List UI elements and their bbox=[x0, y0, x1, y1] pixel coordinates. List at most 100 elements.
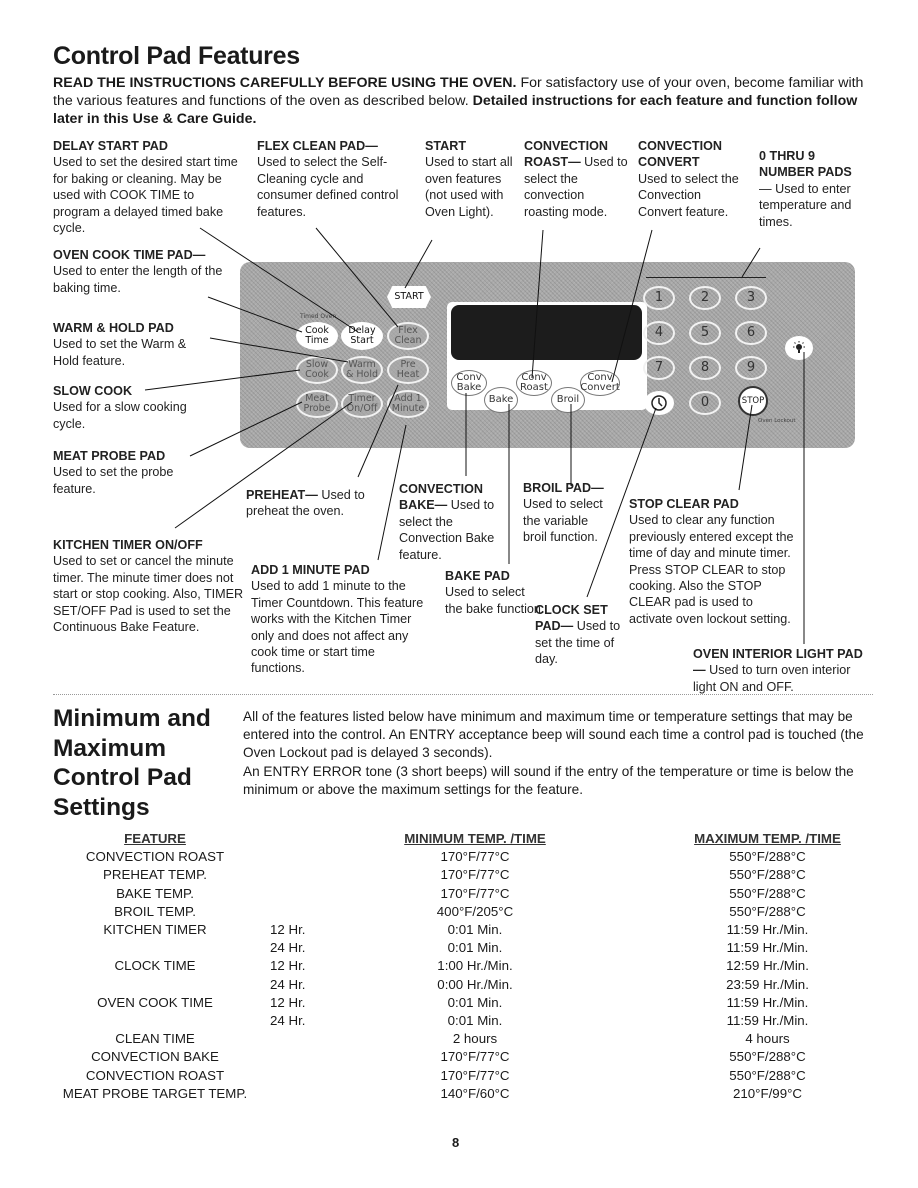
callout-text: Used to enter the length of the baking t… bbox=[53, 264, 223, 295]
callout-text: Used to clear any function previously en… bbox=[629, 513, 794, 626]
bake-pad[interactable]: Bake bbox=[484, 387, 518, 413]
number-pad-3[interactable]: 3 bbox=[735, 286, 767, 310]
cell-maximum: 11:59 Hr./Min. bbox=[726, 922, 809, 938]
add-minute-pad[interactable]: Add 1 Minute bbox=[387, 390, 429, 418]
cell-mode: 12 Hr. bbox=[270, 994, 306, 1010]
callout-stop-clear: STOP CLEAR PAD Used to clear any functio… bbox=[629, 496, 799, 627]
min-max-settings-table: FEATURE MINIMUM TEMP. /TIME MAXIMUM TEMP… bbox=[50, 830, 895, 1103]
cell-mode bbox=[260, 1048, 370, 1066]
conv-bake-pad[interactable]: Conv Bake bbox=[451, 370, 487, 396]
cell-mode bbox=[260, 885, 370, 903]
cell-mode: 12 Hr. bbox=[270, 922, 306, 938]
callout-heading: PREHEAT— bbox=[246, 488, 318, 502]
cell-feature: KITCHEN TIMER bbox=[103, 922, 207, 938]
clock-set-pad[interactable] bbox=[644, 391, 674, 415]
oven-light-pad[interactable] bbox=[785, 336, 813, 360]
callout-heading: MEAT PROBE PAD bbox=[53, 449, 166, 463]
callout-flex-clean: FLEX CLEAN PAD— Used to select the Self-… bbox=[257, 138, 407, 220]
cell-mode bbox=[260, 848, 370, 866]
clock-icon bbox=[651, 395, 667, 411]
table-row: 24 Hr. 0:01 Min. 11:59 Hr./Min. bbox=[50, 1012, 895, 1030]
table-row: CONVECTION ROAST 170°F/77°C 550°F/288°C bbox=[50, 1067, 895, 1085]
callout-heading: DELAY START PAD bbox=[53, 139, 168, 153]
callout-heading: 0 THRU 9 NUMBER PADS bbox=[759, 149, 852, 180]
callout-heading: CONVECTION CONVERT bbox=[638, 139, 722, 170]
table-row: BAKE TEMP. 170°F/77°C 550°F/288°C bbox=[50, 885, 895, 903]
cell-minimum: 1:00 Hr./Min. bbox=[437, 958, 513, 974]
timed-oven-label: Timed Oven bbox=[300, 313, 337, 320]
number-pad-6[interactable]: 6 bbox=[735, 321, 767, 345]
slow-cook-pad[interactable]: Slow Cook bbox=[296, 356, 338, 384]
cell-mode: 24 Hr. bbox=[270, 940, 306, 956]
cell-mode bbox=[260, 903, 370, 921]
callout-text: Used to set the probe feature. bbox=[53, 465, 174, 496]
cell-feature: CLEAN TIME bbox=[115, 1031, 195, 1047]
callout-heading: BROIL PAD— bbox=[523, 481, 604, 495]
cook-time-pad[interactable]: Cook Time bbox=[296, 322, 338, 350]
callout-text: Used to select the Convection Convert fe… bbox=[638, 171, 739, 219]
number-pad-2[interactable]: 2 bbox=[689, 286, 721, 310]
number-pad-4[interactable]: 4 bbox=[643, 321, 675, 345]
cell-maximum: 11:59 Hr./Min. bbox=[726, 1013, 809, 1029]
page-number: 8 bbox=[452, 1135, 460, 1150]
callout-text: Used to start all oven features (not use… bbox=[425, 155, 513, 219]
meat-probe-pad[interactable]: Meat Probe bbox=[296, 390, 338, 418]
callout-text: Used to select the Self-Cleaning cycle a… bbox=[257, 155, 399, 219]
cell-maximum: 550°F/288°C bbox=[729, 1049, 806, 1065]
cell-maximum: 23:59 Hr./Min. bbox=[726, 976, 809, 992]
cell-maximum: 550°F/288°C bbox=[729, 1067, 806, 1083]
cell-maximum: 210°F/99°C bbox=[732, 1085, 803, 1101]
number-pad-5[interactable]: 5 bbox=[689, 321, 721, 345]
table-row: MEAT PROBE TARGET TEMP. 140°F/60°C 210°F/9… bbox=[50, 1085, 895, 1103]
display-screen bbox=[451, 305, 642, 360]
conv-convert-pad[interactable]: Conv Convert bbox=[580, 370, 620, 396]
callout-add-minute: ADD 1 MINUTE PAD Used to add 1 minute to… bbox=[251, 562, 431, 677]
cell-mode bbox=[260, 1067, 370, 1085]
intro-paragraph: READ THE INSTRUCTIONS CAREFULLY BEFORE U… bbox=[53, 74, 873, 128]
flex-clean-pad[interactable]: Flex Clean bbox=[387, 322, 429, 350]
cell-maximum: 11:59 Hr./Min. bbox=[726, 940, 809, 956]
table-header-row: FEATURE MINIMUM TEMP. /TIME MAXIMUM TEMP… bbox=[50, 830, 895, 848]
cell-maximum: 550°F/288°C bbox=[729, 885, 806, 901]
cell-minimum: 170°F/77°C bbox=[440, 885, 510, 901]
timer-on-off-pad[interactable]: Timer On/Off bbox=[341, 390, 383, 418]
light-bulb-icon bbox=[793, 341, 805, 353]
callout-broil: BROIL PAD— Used to select the variable b… bbox=[523, 480, 608, 546]
number-pad-8[interactable]: 8 bbox=[689, 356, 721, 380]
cell-mode bbox=[260, 1030, 370, 1048]
cell-feature: MEAT PROBE TARGET TEMP. bbox=[62, 1085, 248, 1101]
callout-number-pads: 0 THRU 9 NUMBER PADS — Used to enter tem… bbox=[759, 148, 869, 230]
callout-conv-convert: CONVECTION CONVERT Used to select the Co… bbox=[638, 138, 742, 220]
callout-delay-start: DELAY START PAD Used to set the desired … bbox=[53, 138, 243, 236]
cell-maximum: 12:59 Hr./Min. bbox=[726, 958, 809, 974]
number-pad-0[interactable]: 0 bbox=[689, 391, 721, 415]
preheat-pad[interactable]: Pre Heat bbox=[387, 356, 429, 384]
callout-kitchen-timer: KITCHEN TIMER ON/OFF Used to set or canc… bbox=[53, 537, 245, 635]
table-row: CONVECTION ROAST 170°F/77°C 550°F/288°C bbox=[50, 848, 895, 866]
stop-clear-pad[interactable]: STOP bbox=[738, 386, 768, 416]
callout-text: — Used to enter temperature and times. bbox=[759, 181, 852, 229]
start-pad[interactable]: START bbox=[387, 286, 431, 308]
callout-heading: STOP CLEAR PAD bbox=[629, 497, 739, 511]
callout-preheat: PREHEAT— Used to preheat the oven. bbox=[246, 487, 386, 520]
delay-start-pad[interactable]: Delay Start bbox=[341, 322, 383, 350]
callout-text: Used for a slow cooking cycle. bbox=[53, 400, 187, 431]
conv-roast-pad[interactable]: Conv Roast bbox=[516, 370, 552, 396]
cell-feature: CONVECTION ROAST bbox=[85, 849, 225, 865]
cell-maximum: 4 hours bbox=[745, 1031, 790, 1047]
table-row: CLEAN TIME 2 hours 4 hours bbox=[50, 1030, 895, 1048]
warm-hold-pad[interactable]: Warm & Hold bbox=[341, 356, 383, 384]
number-pads-bracket bbox=[646, 277, 766, 278]
number-pad-9[interactable]: 9 bbox=[735, 356, 767, 380]
table-row: BROIL TEMP. 400°F/205°C 550°F/288°C bbox=[50, 903, 895, 921]
number-pad-7[interactable]: 7 bbox=[643, 356, 675, 380]
callout-meat-probe: MEAT PROBE PAD Used to set the probe fea… bbox=[53, 448, 203, 497]
cell-minimum: 2 hours bbox=[452, 1031, 498, 1047]
callout-text: Used to set the Warm & Hold feature. bbox=[53, 337, 187, 368]
cell-feature bbox=[50, 1012, 260, 1030]
callout-oven-cook-time: OVEN COOK TIME PAD— Used to enter the le… bbox=[53, 247, 223, 296]
cell-feature: PREHEAT TEMP. bbox=[103, 867, 207, 883]
table-row: CONVECTION BAKE 170°F/77°C 550°F/288°C bbox=[50, 1048, 895, 1066]
cell-maximum: 550°F/288°C bbox=[729, 867, 806, 883]
number-pad-1[interactable]: 1 bbox=[643, 286, 675, 310]
